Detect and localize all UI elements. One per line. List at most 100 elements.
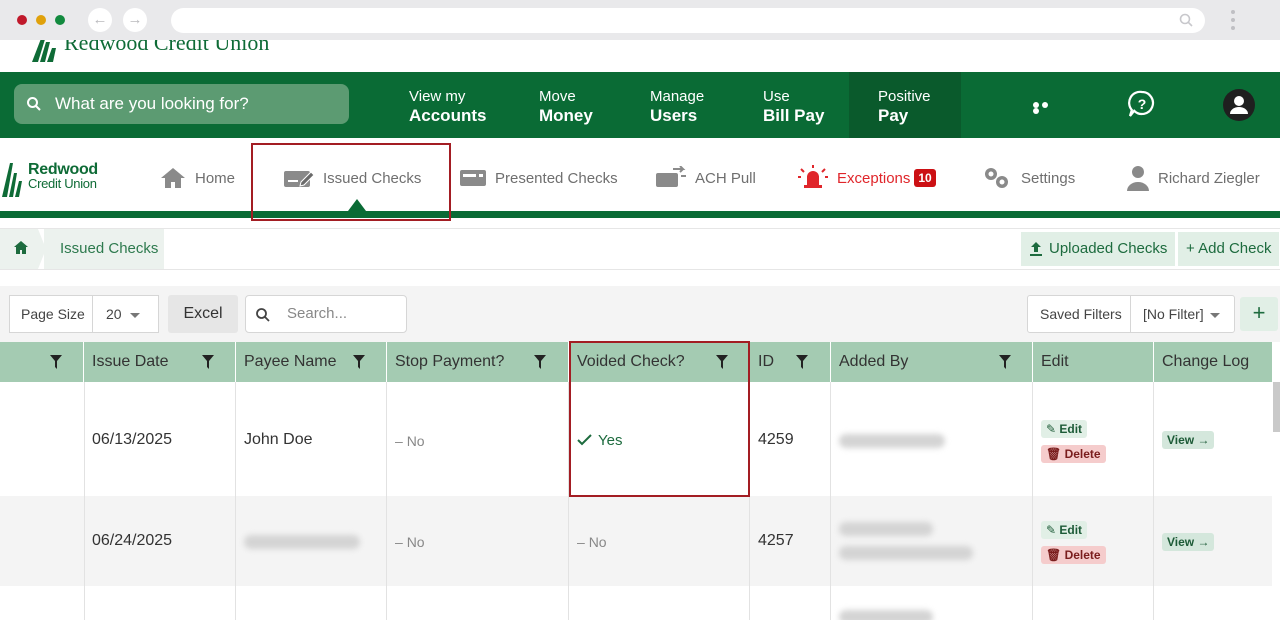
address-bar[interactable]	[171, 8, 1205, 33]
filter-icon[interactable]	[796, 355, 808, 369]
upload-icon	[1030, 242, 1042, 256]
button-label: View	[1167, 535, 1195, 549]
minimize-window-dot[interactable]	[36, 15, 46, 25]
cell-id: 4259	[758, 431, 794, 448]
nav-label-line2: Users	[650, 106, 698, 125]
delete-button[interactable]: 🗑 Delete	[1041, 546, 1106, 564]
brand-name: Redwood Credit Union	[64, 40, 270, 55]
label-text: Page Size	[21, 306, 85, 322]
chevron-down-icon	[1209, 312, 1220, 318]
tab-user-profile[interactable]: Richard Ziegler	[1126, 162, 1260, 194]
select-value: [No Filter]	[1143, 306, 1204, 322]
button-label: + Add Check	[1186, 240, 1272, 257]
alarm-bell-icon	[798, 165, 828, 188]
column-divider	[235, 382, 236, 620]
th-change-log: Change Log	[1154, 342, 1272, 382]
th-stop-payment[interactable]: Stop Payment?	[387, 342, 569, 382]
excel-export-button[interactable]: Excel	[168, 295, 238, 333]
subnav-underline	[0, 211, 1280, 218]
user-avatar-icon[interactable]	[1223, 89, 1255, 121]
button-label: Edit	[1059, 523, 1083, 537]
nav-positive-pay[interactable]: Positive Pay	[849, 72, 961, 138]
search-placeholder: What are you looking for?	[55, 94, 249, 113]
check-card-icon	[460, 170, 486, 186]
tab-settings[interactable]: Settings	[981, 162, 1075, 194]
forward-arrow-icon[interactable]: →	[123, 8, 147, 32]
tab-label: Presented Checks	[495, 169, 618, 187]
more-menu-icon[interactable]	[1033, 102, 1057, 114]
redacted-added-by	[839, 522, 933, 536]
user-icon	[1127, 166, 1149, 191]
filter-icon[interactable]	[202, 355, 214, 369]
th-edit: Edit	[1033, 342, 1154, 382]
button-label: Edit	[1059, 422, 1083, 436]
table-row[interactable]	[0, 496, 1272, 586]
filter-icon[interactable]	[999, 355, 1011, 369]
exceptions-count-badge: 10	[914, 169, 936, 187]
th-select	[0, 342, 84, 382]
tab-label: Richard Ziegler	[1158, 169, 1260, 187]
back-arrow-icon[interactable]: ←	[88, 8, 112, 32]
logo-line1: Redwood	[28, 161, 98, 178]
table-row[interactable]	[0, 586, 1272, 620]
button-label: Uploaded Checks	[1049, 240, 1168, 257]
filter-select[interactable]: [No Filter]	[1130, 295, 1235, 333]
filter-icon[interactable]	[534, 355, 546, 369]
tab-ach-pull[interactable]: ACH Pull	[655, 162, 756, 194]
nav-view-accounts[interactable]: View my Accounts	[409, 72, 486, 138]
saved-filters-button[interactable]: Saved Filters	[1027, 295, 1131, 333]
cell-voided-check: – No	[577, 534, 607, 550]
breadcrumb-home[interactable]	[0, 229, 38, 269]
add-filter-button[interactable]: +	[1240, 297, 1278, 331]
table-search-input[interactable]: Search...	[245, 295, 407, 333]
global-search-input[interactable]: What are you looking for?	[14, 84, 349, 124]
cell-issue-date: 06/24/2025	[92, 532, 173, 549]
th-id[interactable]: ID	[750, 342, 831, 382]
uploaded-checks-button[interactable]: Uploaded Checks	[1021, 232, 1176, 266]
cell-id: 4257	[758, 532, 794, 549]
tab-home[interactable]: Home	[159, 162, 235, 194]
home-icon	[14, 241, 28, 254]
nav-manage-users[interactable]: Manage Users	[650, 72, 704, 138]
search-icon	[256, 308, 270, 322]
help-chat-icon[interactable]: ?	[1127, 89, 1157, 119]
add-check-button[interactable]: + Add Check	[1178, 232, 1280, 266]
close-window-dot[interactable]	[17, 15, 27, 25]
th-payee-name[interactable]: Payee Name	[236, 342, 387, 382]
voided-value: No	[588, 534, 607, 550]
header-label: Stop Payment?	[395, 353, 505, 370]
delete-button[interactable]: 🗑 Delete	[1041, 445, 1106, 463]
filter-icon[interactable]	[50, 355, 62, 369]
nav-move-money[interactable]: Move Money	[539, 72, 593, 138]
view-log-button[interactable]: View →	[1162, 431, 1215, 449]
transfer-icon	[656, 166, 686, 187]
edit-button[interactable]: ✎ Edit	[1041, 521, 1088, 539]
browser-chrome: ← →	[0, 0, 1280, 40]
highlight-issued-checks	[251, 143, 451, 221]
edit-button[interactable]: ✎ Edit	[1041, 420, 1088, 438]
search-icon	[27, 97, 41, 111]
column-divider	[1032, 382, 1033, 620]
view-log-button[interactable]: View →	[1162, 533, 1215, 551]
column-divider	[1153, 382, 1154, 620]
th-added-by[interactable]: Added By	[831, 342, 1033, 382]
filter-icon[interactable]	[353, 355, 365, 369]
logo-line2: Credit Union	[28, 176, 97, 191]
header-label: Edit	[1041, 353, 1069, 370]
table-scrollbar[interactable]	[1273, 382, 1280, 432]
tab-exceptions[interactable]: Exceptions 10	[797, 162, 936, 194]
th-issue-date[interactable]: Issue Date	[84, 342, 236, 382]
maximize-window-dot[interactable]	[55, 15, 65, 25]
stop-value: No	[406, 534, 425, 550]
gears-icon	[985, 168, 1008, 188]
cell-payee-name: John Doe	[244, 431, 313, 448]
subnav-logo[interactable]: Redwood Credit Union	[28, 161, 98, 191]
nav-label-line1: View my	[409, 88, 466, 105]
page-size-select[interactable]: 20	[92, 295, 159, 333]
tab-presented-checks[interactable]: Presented Checks	[459, 162, 618, 194]
browser-menu-icon[interactable]	[1229, 10, 1237, 32]
nav-bill-pay[interactable]: Use Bill Pay	[763, 72, 824, 138]
button-label: Saved Filters	[1040, 306, 1122, 322]
breadcrumb-current: Issued Checks	[44, 229, 164, 269]
main-navigation: What are you looking for? View my Accoun…	[0, 72, 1280, 138]
